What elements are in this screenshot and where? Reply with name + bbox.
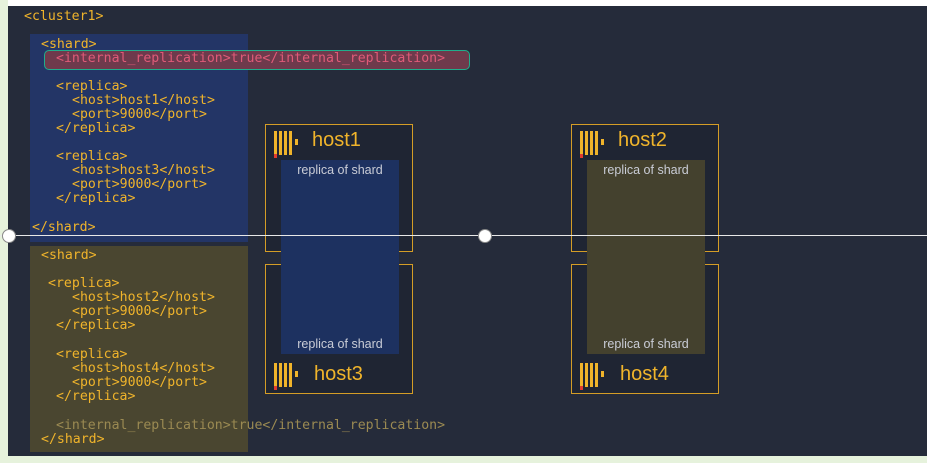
clickhouse-logo-icon — [274, 363, 302, 390]
host2-label: host2 — [618, 129, 667, 151]
shard1-replica-region — [281, 160, 399, 354]
host1-replica-label: replica of shard — [297, 163, 383, 177]
host-tag-host2: <host>host2</host> — [72, 290, 215, 305]
shard2-close-tag: </shard> — [41, 432, 105, 447]
shard2-replica-region — [587, 160, 705, 354]
slider-handle-left[interactable] — [2, 229, 16, 243]
host3-label: host3 — [314, 363, 363, 385]
port-tag: <port>9000</port> — [72, 375, 207, 390]
slider-handle-center[interactable] — [478, 229, 492, 243]
host-tag-host4: <host>host4</host> — [72, 361, 215, 376]
host3-replica-label: replica of shard — [297, 337, 383, 351]
port-tag: <port>9000</port> — [72, 107, 207, 122]
shard1-close-tag: </shard> — [32, 220, 96, 235]
comparison-slider-track[interactable] — [0, 235, 927, 236]
clickhouse-logo-icon — [580, 131, 608, 158]
port-tag: <port>9000</port> — [72, 304, 207, 319]
host1-label: host1 — [312, 129, 361, 151]
replica-close-tag: </replica> — [56, 121, 136, 136]
replica-open-tag: <replica> — [56, 79, 128, 94]
shard2-open-tag: <shard> — [41, 248, 97, 263]
page-margin-bottom — [0, 456, 927, 463]
replica-close-tag: </replica> — [56, 318, 136, 333]
diagram-canvas: <cluster1> <shard> <internal_replication… — [8, 6, 927, 456]
cluster-open-tag: <cluster1> — [24, 9, 104, 24]
replica-open-tag: <replica> — [56, 347, 128, 362]
replica-close-tag: </replica> — [56, 389, 136, 404]
replica-open-tag: <replica> — [56, 149, 128, 164]
internal-replication-tag-top: <internal_replication>true</internal_rep… — [56, 51, 446, 66]
host4-replica-label: replica of shard — [603, 337, 689, 351]
host-tag-host3: <host>host3</host> — [72, 163, 215, 178]
replica-close-tag: </replica> — [56, 191, 136, 206]
clickhouse-logo-icon — [274, 131, 302, 158]
clickhouse-logo-icon — [580, 363, 608, 390]
internal-replication-tag-bottom: <internal_replication>true</internal_rep… — [56, 418, 446, 433]
port-tag: <port>9000</port> — [72, 177, 207, 192]
host4-label: host4 — [620, 363, 669, 385]
replica-open-tag: <replica> — [48, 276, 120, 291]
host-tag-host1: <host>host1</host> — [72, 93, 215, 108]
host2-replica-label: replica of shard — [603, 163, 689, 177]
